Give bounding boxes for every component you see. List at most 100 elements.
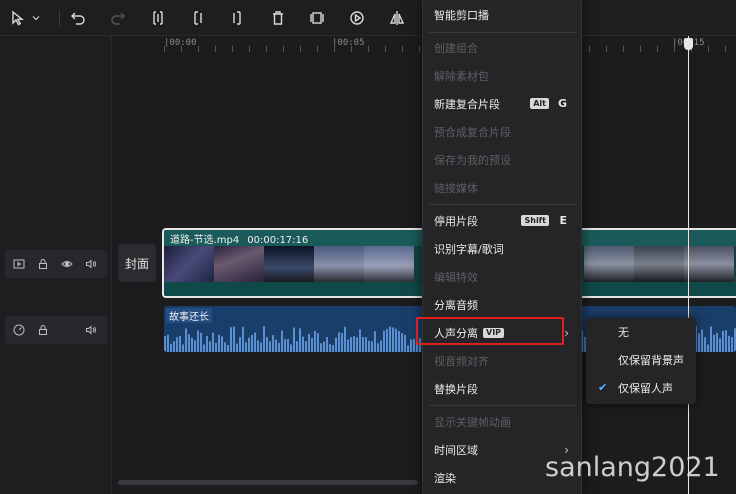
waveform-bar — [341, 333, 343, 352]
waveform-bar — [338, 332, 340, 352]
menu-item-recognize-subtitles[interactable]: 识别字幕/歌词 — [423, 235, 583, 263]
waveform-bar — [305, 341, 307, 352]
submenu-item-label: 仅保留背景声 — [618, 354, 684, 367]
menu-item-precompose-compound[interactable]: 预合成复合片段 — [423, 118, 583, 146]
menu-item-av-align[interactable]: 视音频对齐 — [423, 347, 583, 375]
waveform-bar — [182, 344, 184, 352]
menu-item-save-preset[interactable]: 保存为我的预设 — [423, 146, 583, 174]
menu-divider — [429, 405, 577, 406]
speaker-icon[interactable] — [83, 322, 99, 338]
menu-item-ungroup-package[interactable]: 解除素材包 — [423, 62, 583, 90]
waveform-bar — [263, 326, 265, 352]
play-reverse-icon[interactable] — [347, 8, 367, 28]
ruler-tick — [606, 46, 607, 52]
waveform-bar — [245, 342, 247, 352]
waveform-bar — [383, 330, 385, 352]
waveform-bar — [308, 333, 310, 352]
waveform-bar — [290, 344, 292, 352]
playhead-handle[interactable] — [684, 38, 693, 50]
waveform-bar — [392, 327, 394, 352]
lock-icon[interactable] — [35, 322, 51, 338]
delete-icon[interactable] — [268, 8, 288, 28]
menu-item-label: 渲染 — [434, 472, 456, 485]
horizontal-scrollbar[interactable] — [118, 480, 418, 485]
trim-right-icon[interactable] — [227, 8, 247, 28]
menu-item-new-compound-clip[interactable]: 新建复合片段 Alt G — [423, 90, 583, 118]
menu-item-label: 识别字幕/歌词 — [434, 243, 504, 256]
waveform-bar — [293, 327, 295, 352]
waveform-bar — [269, 341, 271, 352]
waveform-bar — [326, 336, 328, 352]
ruler-tick — [674, 46, 675, 52]
waveform-bar — [296, 341, 298, 352]
waveform-bar — [332, 345, 334, 352]
ruler-tick — [657, 46, 658, 52]
eye-icon[interactable] — [59, 256, 75, 272]
waveform-bar — [401, 333, 403, 352]
ruler-tick — [198, 46, 199, 52]
audio-track-header — [5, 316, 107, 344]
waveform-bar — [257, 340, 259, 352]
waveform-bar — [347, 339, 349, 352]
menu-divider — [429, 204, 577, 205]
ruler-tick — [317, 46, 318, 52]
shortcut-key: G — [557, 97, 567, 110]
waveform-bar — [404, 334, 406, 352]
shortcut-key: E — [559, 214, 567, 227]
chevron-down-icon[interactable] — [30, 8, 42, 28]
waveform-bar — [173, 341, 175, 352]
track-header-panel — [0, 36, 112, 494]
waveform-bar — [194, 340, 196, 352]
waveform-bar — [350, 337, 352, 352]
waveform-bar — [731, 337, 733, 352]
split-icon[interactable] — [148, 8, 168, 28]
ruler-tick — [215, 46, 216, 52]
waveform-bar — [377, 343, 379, 352]
select-pointer-icon[interactable] — [8, 8, 28, 28]
ruler-tick — [589, 46, 590, 52]
menu-item-disable-clip[interactable]: 停用片段 Shift E — [423, 207, 583, 235]
waveform-bar — [227, 344, 229, 352]
submenu-item-keep-background[interactable]: 仅保留背景声 — [586, 346, 696, 374]
waveform-bar — [389, 326, 391, 352]
ruler-label: |00:05 — [332, 38, 365, 48]
waveform-bar — [221, 336, 223, 352]
menu-item-smart-cut[interactable]: 智能剪口播 — [423, 1, 583, 29]
waveform-bar — [272, 335, 274, 352]
video-thumbnail — [634, 246, 684, 282]
waveform-bar — [410, 339, 412, 352]
mirror-icon[interactable] — [387, 8, 407, 28]
cover-button[interactable]: 封面 — [118, 244, 156, 282]
waveform-bar — [407, 345, 409, 352]
waveform-bar — [218, 334, 220, 352]
waveform-bar — [251, 334, 253, 352]
waveform-bar — [275, 339, 277, 352]
waveform-bar — [185, 328, 187, 352]
waveform-bar — [323, 341, 325, 352]
waveform-bar — [344, 326, 346, 352]
lock-icon[interactable] — [35, 256, 51, 272]
menu-item-separate-audio[interactable]: 分离音频 — [423, 291, 583, 319]
menu-item-edit-effects[interactable]: 编辑特效 — [423, 263, 583, 291]
waveform-bar — [176, 337, 178, 352]
speaker-icon[interactable] — [83, 256, 99, 272]
waveform-bar — [362, 336, 364, 352]
trim-left-icon[interactable] — [188, 8, 208, 28]
freeze-frame-icon[interactable] — [307, 8, 327, 28]
menu-item-label: 预合成复合片段 — [434, 126, 511, 139]
redo-icon[interactable] — [108, 8, 128, 28]
menu-item-link-media[interactable]: 链接媒体 — [423, 174, 583, 202]
menu-item-show-keyframes[interactable]: 显示关键帧动画 — [423, 408, 583, 436]
audio-track-icon — [11, 322, 27, 338]
menu-item-create-group[interactable]: 创建组合 — [423, 34, 583, 62]
submenu-item-label: 无 — [618, 326, 629, 339]
submenu-item-keep-vocals[interactable]: ✔ 仅保留人声 — [586, 374, 696, 402]
toolbar — [0, 0, 736, 36]
undo-icon[interactable] — [68, 8, 88, 28]
menu-item-replace-clip[interactable]: 替换片段 — [423, 375, 583, 403]
waveform-bar — [398, 331, 400, 352]
waveform-bar — [170, 343, 172, 352]
audio-clip-label: 故事还长 — [166, 308, 212, 323]
menu-item-label: 编辑特效 — [434, 271, 478, 284]
submenu-item-none[interactable]: 无 — [586, 318, 696, 346]
